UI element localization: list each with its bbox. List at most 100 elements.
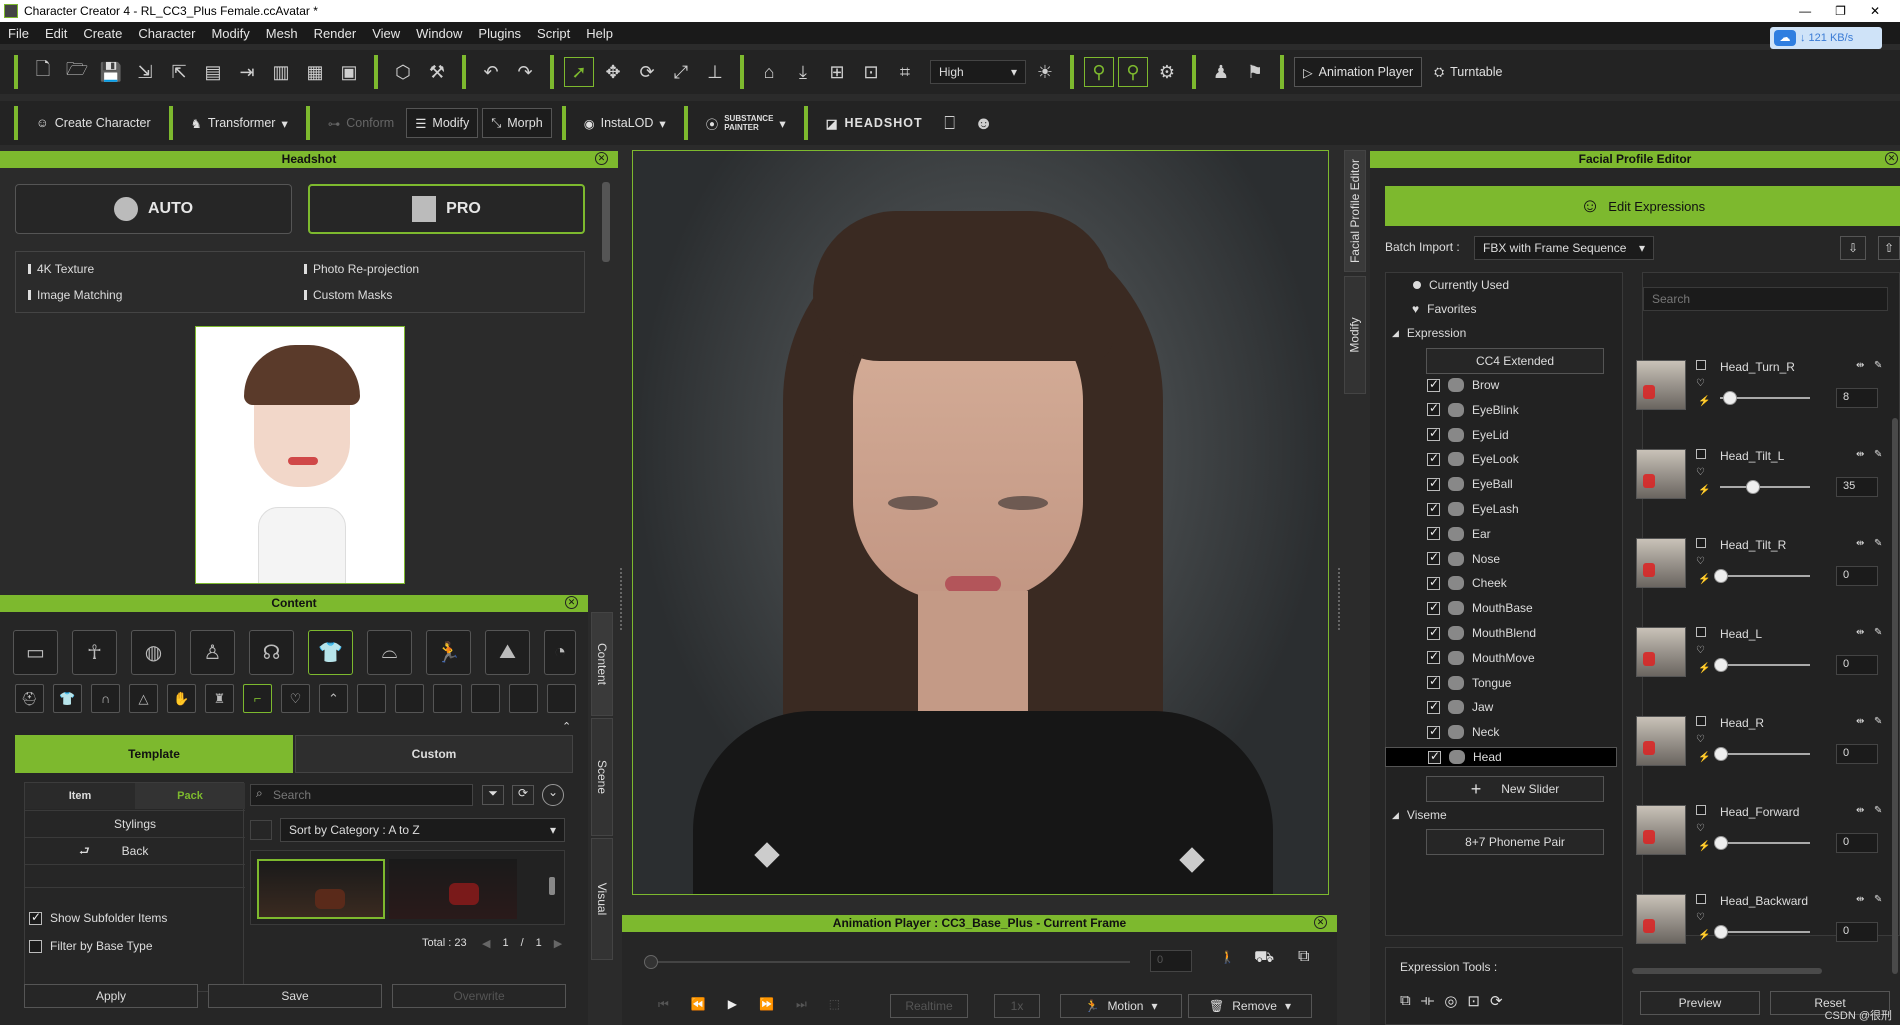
motion-icon[interactable]: 🏃	[426, 630, 471, 675]
currently-used-row[interactable]: Currently Used	[1403, 275, 1618, 295]
window-icon[interactable]: ⧉	[1298, 948, 1309, 966]
head-icon[interactable]: ☻	[969, 108, 999, 138]
bone-icon[interactable]: ⚲	[1084, 57, 1114, 87]
expression-slider[interactable]	[1720, 391, 1810, 405]
expression-item[interactable]: EyeLid	[1385, 425, 1617, 445]
clothing-icon[interactable]: 👕	[308, 630, 353, 675]
expression-item[interactable]: Nose	[1385, 549, 1617, 569]
speed-select[interactable]: 1x	[994, 994, 1040, 1018]
expression-thumbnail[interactable]	[1636, 627, 1686, 677]
expression-thumbnail[interactable]	[1636, 716, 1686, 766]
turntable-button[interactable]: ⛭ Turntable	[1426, 57, 1510, 87]
thumbnail-shoes[interactable]	[389, 859, 517, 919]
3d-viewport[interactable]	[632, 150, 1329, 895]
heart-icon[interactable]: ♡	[1696, 823, 1705, 834]
fpe-search-input[interactable]: Search	[1643, 287, 1888, 311]
auto-button[interactable]: AUTO	[15, 184, 292, 234]
favorite-checkbox[interactable]	[1696, 805, 1706, 815]
edit-icon[interactable]: ✎	[1874, 716, 1882, 727]
options-icon[interactable]: ⌄	[542, 784, 564, 806]
list-item[interactable]	[25, 864, 245, 888]
slider-knob[interactable]	[1714, 747, 1728, 761]
edit-icon[interactable]: ✎	[1874, 627, 1882, 638]
tab-facial-profile-editor-side[interactable]: Facial Profile Editor	[1344, 150, 1366, 272]
slider-knob[interactable]	[1745, 480, 1760, 494]
menu-create[interactable]: Create	[83, 26, 122, 41]
slider-value-input[interactable]: 35	[1836, 477, 1878, 497]
shoes-icon[interactable]: ⌐	[243, 684, 272, 713]
expression-checkbox[interactable]	[1427, 649, 1440, 665]
frame-icon[interactable]: ⊞	[822, 57, 852, 87]
close-icon[interactable]: ✕	[565, 596, 578, 609]
expression-thumbnail[interactable]	[1636, 449, 1686, 499]
filter-base-checkbox[interactable]	[29, 939, 42, 953]
edit-expressions-button[interactable]: ☺ Edit Expressions	[1385, 186, 1900, 226]
tab-visual-side[interactable]: Visual	[591, 838, 613, 960]
heart-icon[interactable]: ♡	[1696, 734, 1705, 745]
expression-slider[interactable]	[1714, 658, 1810, 672]
splitter-handle[interactable]	[620, 568, 623, 630]
list-item-stylings[interactable]: Stylings	[25, 810, 245, 836]
import-icon[interactable]: ⇩	[1840, 236, 1866, 260]
slider-knob[interactable]	[1714, 569, 1728, 583]
list-item-back[interactable]: ⮐ Back	[25, 837, 245, 863]
bone-mode-icon[interactable]: ⇹	[1856, 538, 1864, 549]
skin-icon[interactable]: ◍	[131, 630, 176, 675]
menu-file[interactable]: File	[8, 26, 29, 41]
apply-button[interactable]: Apply	[24, 984, 198, 1008]
expression-thumbnail[interactable]	[1636, 805, 1686, 855]
subtab-pack[interactable]: Pack	[135, 783, 245, 809]
scrollbar[interactable]	[1892, 418, 1898, 974]
light-icon[interactable]: ☀	[1030, 57, 1060, 87]
accessory-heart-icon[interactable]: ♡	[281, 684, 310, 713]
prev-page-icon[interactable]: ◀	[482, 937, 490, 950]
slider-value-input[interactable]: 0	[1836, 744, 1878, 764]
favorite-checkbox[interactable]	[1696, 538, 1706, 548]
edit-icon[interactable]: ✎	[1874, 805, 1882, 816]
headshot-button[interactable]: ◪ HEADSHOT	[818, 108, 931, 138]
favorite-checkbox[interactable]	[1696, 627, 1706, 637]
expression-slider[interactable]	[1714, 836, 1810, 850]
menu-character[interactable]: Character	[138, 26, 195, 41]
show-subfolder-checkbox[interactable]	[29, 910, 42, 925]
scene-icon[interactable]: ⛰	[485, 630, 530, 675]
last-frame-icon[interactable]: ⏭	[796, 997, 807, 1012]
menu-plugins[interactable]: Plugins	[478, 26, 521, 41]
obj-export-icon[interactable]: ▥	[266, 57, 296, 87]
hair-icon[interactable]: ☊	[249, 630, 294, 675]
expression-item[interactable]: Jaw	[1385, 697, 1617, 717]
expression-checkbox[interactable]	[1427, 377, 1440, 392]
next-frame-icon[interactable]: ⏩	[759, 997, 774, 1012]
expression-checkbox[interactable]	[1427, 699, 1440, 714]
suit-icon[interactable]: ♜	[205, 684, 234, 713]
skirt-icon[interactable]: △	[129, 684, 158, 713]
slider-value-input[interactable]: 0	[1836, 655, 1878, 675]
expression-checkbox[interactable]	[1427, 575, 1440, 590]
menu-edit[interactable]: Edit	[45, 26, 67, 41]
save-icon[interactable]: 💾	[96, 57, 126, 87]
bone-mode-icon[interactable]: ⇹	[1856, 805, 1864, 816]
import-icon[interactable]: ⇲	[130, 57, 160, 87]
transformer-button[interactable]: ♞ Transformer ▾	[183, 108, 296, 138]
expression-slider[interactable]	[1720, 480, 1810, 494]
usd-icon[interactable]: ▤	[198, 57, 228, 87]
heart-icon[interactable]: ♡	[1696, 556, 1705, 567]
fix-icon[interactable]: ⚒	[422, 57, 452, 87]
expression-checkbox[interactable]	[1427, 525, 1440, 541]
expression-item[interactable]: EyeBlink	[1385, 400, 1617, 420]
scale-icon[interactable]: ⤢	[666, 57, 696, 87]
edit-icon[interactable]: ✎	[1874, 894, 1882, 905]
tab-modify-side[interactable]: Modify	[1344, 276, 1366, 394]
thumbnail-boots[interactable]	[257, 859, 385, 919]
slider-knob[interactable]	[1714, 658, 1728, 672]
expression-checkbox[interactable]	[1427, 625, 1440, 640]
expression-thumbnail[interactable]	[1636, 538, 1686, 588]
new-file-icon[interactable]: 🗋	[28, 57, 58, 87]
bone-tool-icon[interactable]: ⟛	[1421, 992, 1435, 1010]
filter-base-row[interactable]: Filter by Base Type	[29, 939, 153, 953]
reset-icon[interactable]: ⟳	[1490, 992, 1503, 1010]
bone-mode-icon[interactable]: ⇹	[1856, 716, 1864, 727]
preview-button[interactable]: Preview	[1640, 991, 1760, 1015]
shirt-icon[interactable]: 👕	[53, 684, 82, 713]
drop-icon[interactable]: ⤓	[788, 57, 818, 87]
